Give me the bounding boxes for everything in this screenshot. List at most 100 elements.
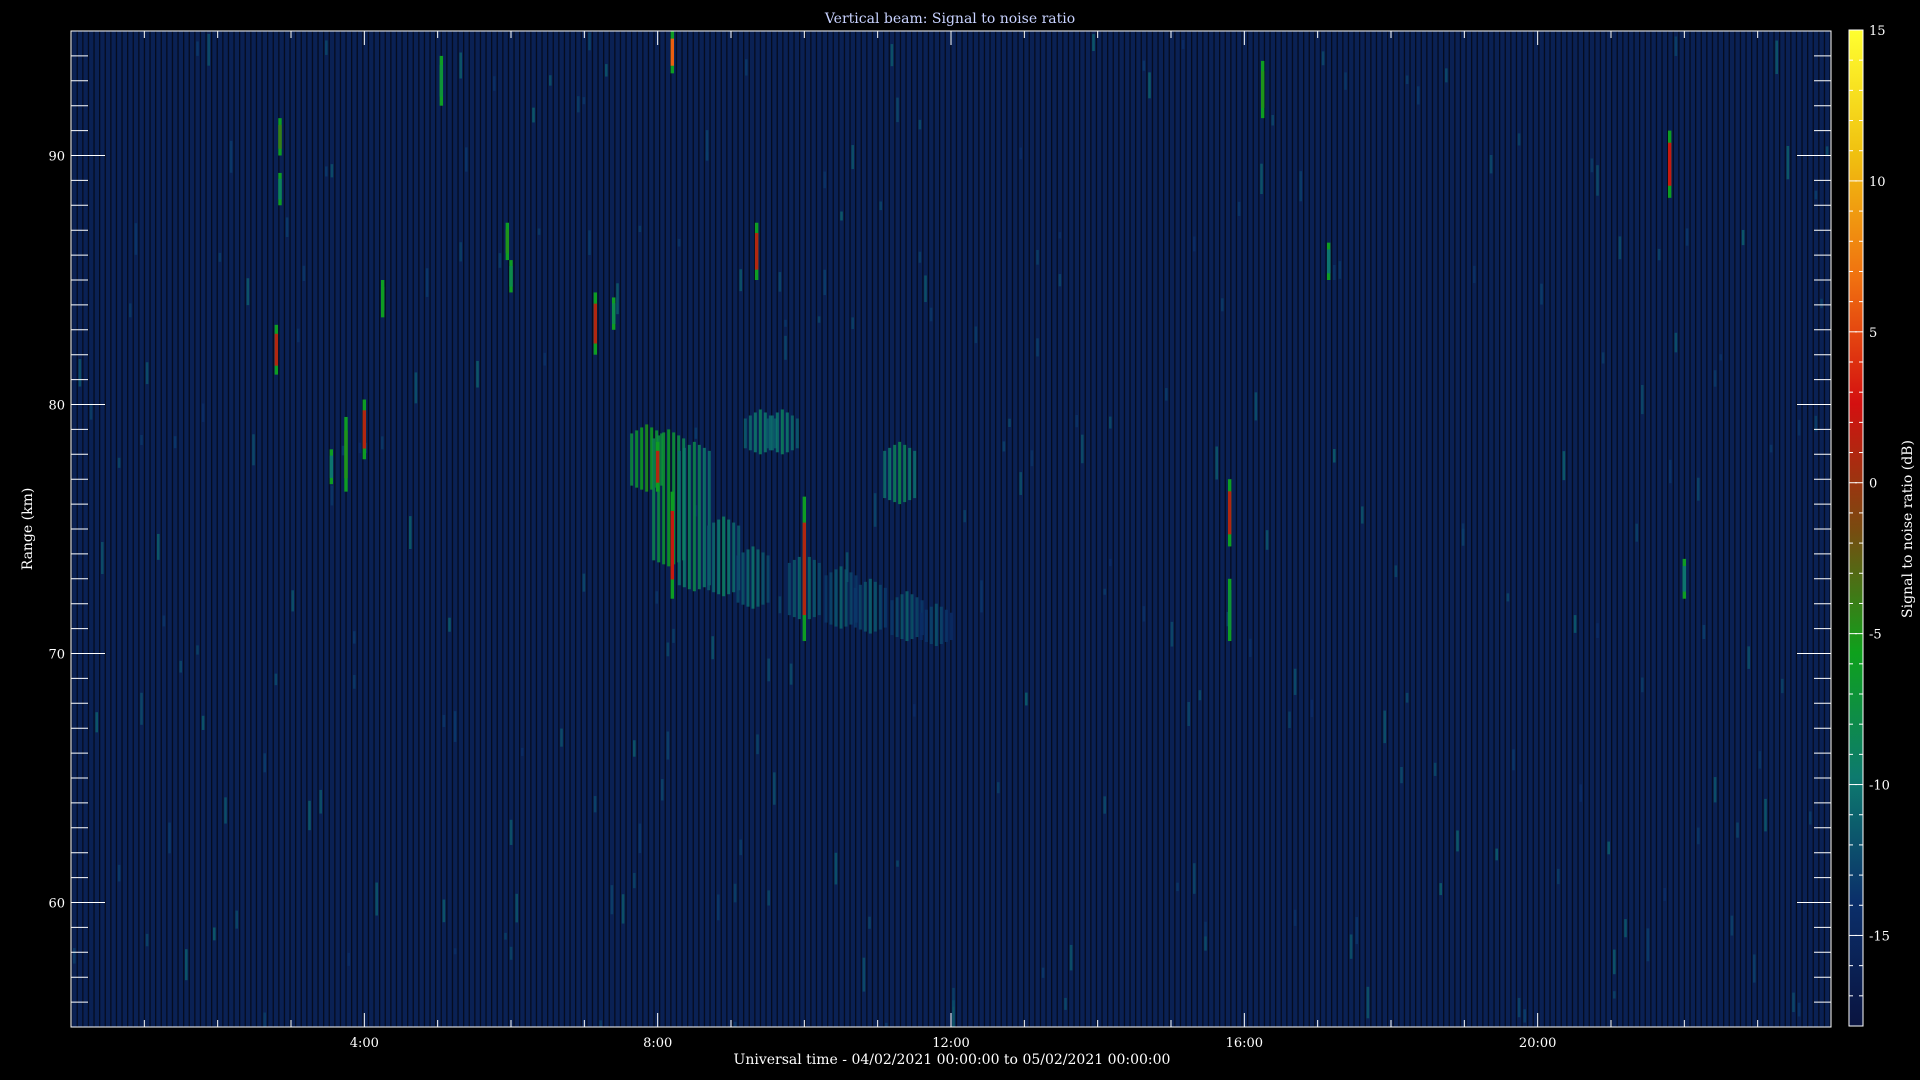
noise-cell bbox=[173, 436, 177, 449]
noise-cell bbox=[229, 140, 233, 173]
noise-cell bbox=[840, 211, 843, 221]
noise-cell bbox=[1613, 949, 1616, 975]
noise-gap bbox=[93, 31, 95, 1027]
noise-cell bbox=[997, 782, 1000, 794]
noise-cell bbox=[1265, 530, 1269, 550]
noise-cell bbox=[1036, 249, 1039, 265]
noise-cell bbox=[448, 617, 451, 632]
noise-cell bbox=[1596, 165, 1599, 196]
echo-cell bbox=[645, 424, 649, 492]
echo-cell bbox=[863, 581, 867, 632]
echo-cell bbox=[883, 587, 887, 628]
noise-gap bbox=[1308, 31, 1310, 1027]
snr-feature bbox=[362, 410, 367, 449]
noise-gap bbox=[1275, 31, 1277, 1027]
noise-gap bbox=[115, 31, 118, 1027]
echo-cell bbox=[780, 409, 784, 455]
noise-gap bbox=[1023, 31, 1025, 1027]
noise-gap bbox=[1101, 31, 1103, 1027]
noise-gap bbox=[1465, 31, 1467, 1027]
noise-cell bbox=[1142, 606, 1146, 622]
echo-cell bbox=[635, 430, 639, 488]
noise-gap bbox=[1336, 31, 1338, 1027]
noise-gap bbox=[463, 31, 465, 1027]
noise-cell bbox=[1193, 863, 1196, 894]
noise-gap bbox=[1549, 31, 1551, 1027]
snr-feature bbox=[278, 124, 282, 149]
noise-gap bbox=[1168, 31, 1170, 1027]
noise-cell bbox=[1176, 882, 1179, 892]
noise-cell bbox=[733, 883, 737, 903]
noise-gap bbox=[1381, 31, 1383, 1027]
noise-cell bbox=[1405, 692, 1409, 703]
noise-gap bbox=[815, 31, 818, 1027]
noise-gap bbox=[597, 31, 599, 1027]
noise-gap bbox=[1812, 31, 1814, 1027]
noise-cell bbox=[1730, 915, 1734, 936]
noise-cell bbox=[739, 269, 742, 292]
echo-cell bbox=[765, 418, 769, 449]
noise-cell bbox=[1713, 777, 1717, 803]
noise-cell bbox=[1036, 338, 1039, 357]
noise-gap bbox=[1073, 31, 1075, 1027]
x-axis-label: Universal time - 04/02/2021 00:00:00 to … bbox=[734, 1052, 1171, 1068]
echo-cell bbox=[766, 555, 770, 603]
noise-cell bbox=[1181, 39, 1185, 49]
noise-gap bbox=[1118, 31, 1120, 1027]
noise-cell bbox=[1517, 133, 1521, 146]
noise-cell bbox=[1540, 283, 1543, 305]
x-tick-label: 16:00 bbox=[1226, 1036, 1263, 1051]
noise-cell bbox=[1646, 928, 1650, 962]
noise-gap bbox=[1543, 31, 1546, 1027]
noise-cell bbox=[1310, 699, 1314, 718]
noise-gap bbox=[877, 31, 879, 1027]
noise-gap bbox=[821, 31, 823, 1027]
noise-cell bbox=[633, 740, 636, 757]
noise-gap bbox=[155, 31, 157, 1027]
y-tick-label: 60 bbox=[48, 897, 65, 912]
noise-gap bbox=[412, 31, 414, 1027]
noise-cell bbox=[543, 352, 546, 366]
noise-cell bbox=[913, 704, 916, 717]
echo-cell bbox=[949, 612, 953, 641]
noise-gap bbox=[334, 31, 336, 1027]
noise-gap bbox=[250, 31, 252, 1027]
noise-cell bbox=[773, 772, 776, 805]
noise-gap bbox=[1437, 31, 1439, 1027]
noise-gap bbox=[1504, 31, 1506, 1027]
noise-gap bbox=[1398, 31, 1400, 1027]
noise-cell bbox=[1809, 811, 1812, 825]
noise-cell bbox=[1657, 248, 1661, 261]
noise-cell bbox=[459, 52, 462, 79]
noise-cell bbox=[588, 230, 591, 255]
echo-cell bbox=[758, 409, 762, 455]
noise-cell bbox=[963, 510, 966, 523]
noise-cell bbox=[1456, 830, 1459, 852]
noise-gap bbox=[1375, 31, 1378, 1027]
noise-cell bbox=[1260, 163, 1263, 195]
noise-cell bbox=[1165, 388, 1168, 401]
noise-gap bbox=[1672, 31, 1674, 1027]
noise-cell bbox=[1719, 354, 1722, 361]
noise-cell bbox=[196, 645, 199, 655]
noise-gap bbox=[1700, 31, 1702, 1027]
echo-cell bbox=[756, 549, 760, 607]
noise-gap bbox=[927, 31, 930, 1027]
noise-gap bbox=[894, 31, 896, 1027]
y-tick-label: 80 bbox=[48, 399, 65, 414]
noise-cell bbox=[1215, 446, 1218, 480]
noise-gap bbox=[194, 31, 196, 1027]
noise-gap bbox=[1773, 31, 1775, 1027]
noise-gap bbox=[1191, 31, 1193, 1027]
noise-gap bbox=[513, 31, 515, 1027]
noise-gap bbox=[1751, 31, 1753, 1027]
colorbar: 15 10 5 0 -5 -10 -15 bbox=[1848, 24, 1890, 1027]
noise-cell bbox=[252, 434, 255, 466]
noise-cell bbox=[347, 952, 350, 966]
noise-gap bbox=[1706, 31, 1708, 1027]
noise-gap bbox=[171, 31, 174, 1027]
noise-cell bbox=[95, 712, 98, 733]
noise-cell bbox=[1635, 523, 1638, 542]
noise-cell bbox=[599, 1020, 602, 1027]
snr-feature bbox=[505, 229, 510, 254]
